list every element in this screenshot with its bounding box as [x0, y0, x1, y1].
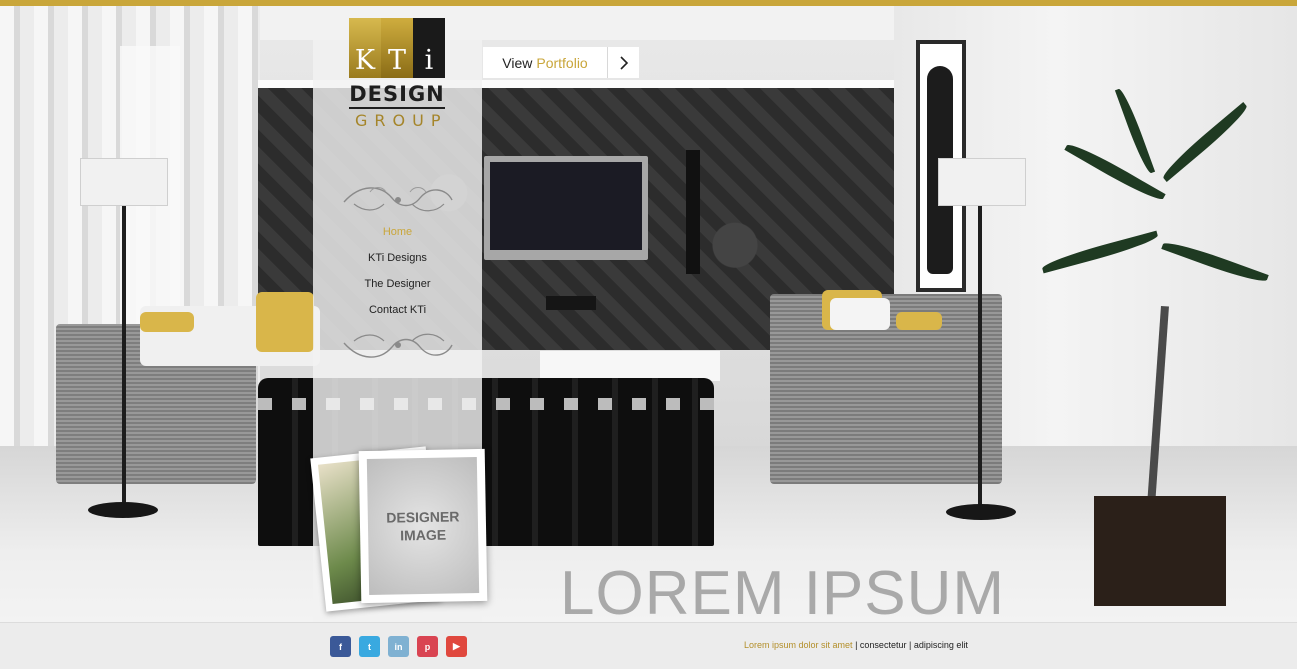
kti-logo[interactable]: K T i DESIGN GROUP	[349, 18, 445, 136]
portfolio-button-accent: Portfolio	[536, 54, 588, 71]
floor-lamp-pole	[978, 206, 982, 512]
floor-lamp-pole	[122, 206, 126, 512]
floor-lamp-shade	[80, 158, 168, 206]
logo-letter: K	[349, 18, 381, 78]
designer-image-placeholder: DESIGNER IMAGE	[358, 448, 488, 604]
floor-lamp-shade	[938, 158, 1026, 206]
portfolio-next-button[interactable]	[607, 47, 639, 78]
nav-item-home[interactable]: Home	[313, 222, 482, 248]
footer-separator: |	[908, 640, 912, 650]
yellow-pillow	[896, 312, 942, 330]
designer-image-label-line2: IMAGE	[400, 526, 447, 544]
wall-shelf	[546, 296, 596, 310]
coffee-table	[540, 351, 720, 381]
logo-divider	[349, 107, 445, 109]
social-links: f t in p ▶	[330, 636, 467, 657]
portfolio-button-prefix: View	[502, 54, 533, 71]
television-screen	[490, 162, 642, 250]
view-portfolio-button[interactable]: View Portfolio	[483, 47, 607, 78]
logo-letter: T	[381, 18, 413, 78]
footer-text-accent: Lorem ipsum dolor sit amet	[744, 640, 853, 650]
pinterest-icon[interactable]: p	[417, 636, 438, 657]
floor-lamp-base	[88, 502, 158, 518]
footer-separator: |	[855, 640, 858, 650]
plant-pot	[1094, 496, 1226, 606]
floor-lamp-base	[946, 504, 1016, 520]
footer-text-part2: consectetur	[859, 640, 907, 650]
logo-letter: i	[413, 18, 445, 78]
hero-background-image	[0, 6, 1297, 622]
yellow-pillow	[140, 312, 194, 332]
logo-group-word: GROUP	[355, 111, 448, 130]
footer-tagline: Lorem ipsum dolor sit amet | consectetur…	[744, 640, 968, 650]
yellow-pillow	[256, 292, 314, 352]
white-pillow	[830, 298, 890, 330]
footer-text-part3: adipiscing elit	[913, 640, 968, 650]
flourish-ornament-icon	[343, 187, 453, 212]
footer	[0, 622, 1297, 669]
designer-image-label-line1: DESIGNER	[386, 508, 460, 526]
logo-letter-blocks: K T i	[349, 18, 445, 78]
chevron-right-icon	[619, 55, 628, 70]
facebook-icon[interactable]: f	[330, 636, 351, 657]
flourish-ornament-icon	[343, 333, 453, 358]
logo-design-word: DESIGN	[349, 82, 445, 106]
main-nav: Home KTi Designs The Designer Contact KT…	[313, 222, 482, 326]
designer-image-frame: DESIGNER IMAGE	[366, 457, 480, 595]
speaker	[686, 150, 700, 274]
nav-item-the-designer[interactable]: The Designer	[313, 274, 482, 300]
lorem-ipsum-watermark: LOREM IPSUM	[560, 559, 1006, 628]
nav-item-kti-designs[interactable]: KTi Designs	[313, 248, 482, 274]
twitter-icon[interactable]: t	[359, 636, 380, 657]
youtube-icon[interactable]: ▶	[446, 636, 467, 657]
linkedin-icon[interactable]: in	[388, 636, 409, 657]
nav-item-contact[interactable]: Contact KTi	[313, 300, 482, 326]
